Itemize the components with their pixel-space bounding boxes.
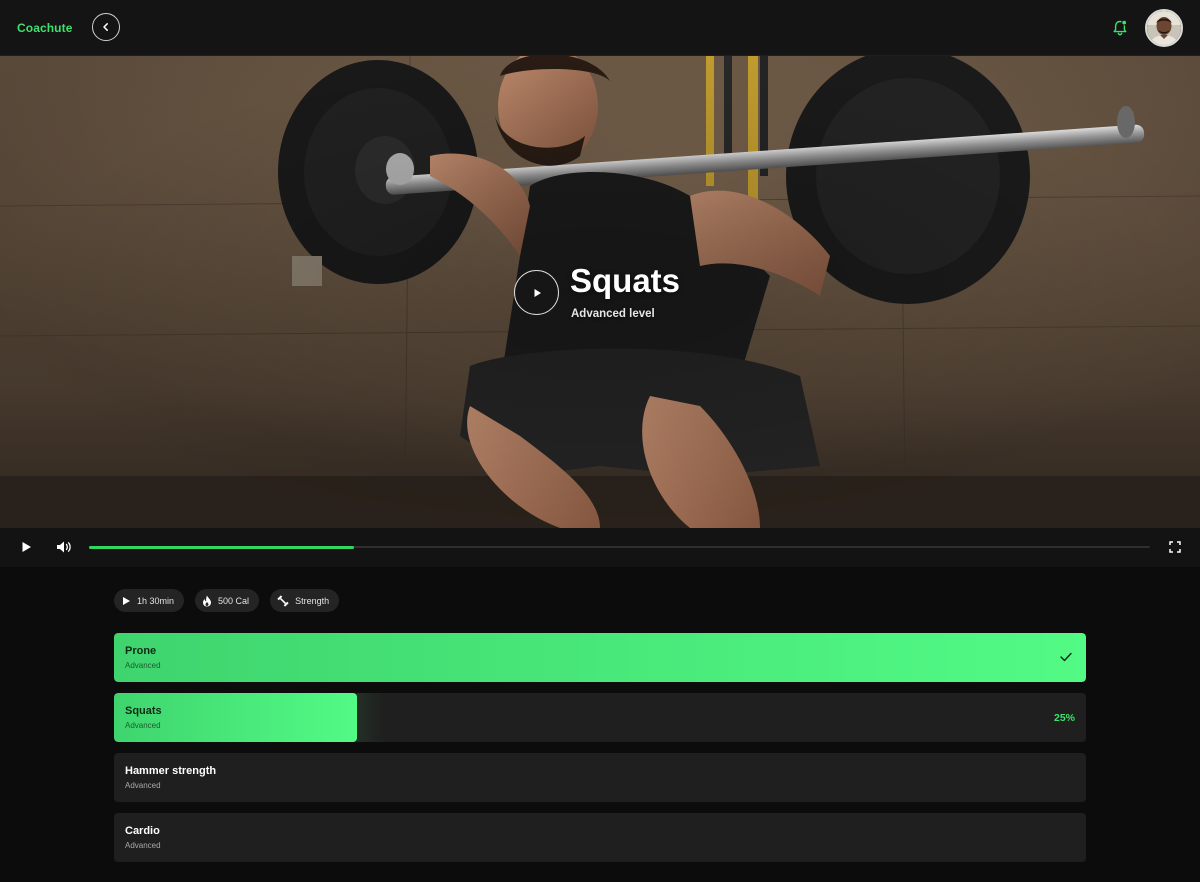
exercise-level: Advanced — [125, 781, 161, 790]
exercise-level: Advanced — [125, 661, 161, 670]
video-progress-bar[interactable] — [89, 545, 1150, 549]
exercise-progress-fill — [114, 633, 1086, 682]
exercise-name: Hammer strength — [125, 765, 217, 777]
exercise-item-prone[interactable]: Prone Advanced — [114, 633, 1086, 682]
duration-label: 1h 30min — [137, 595, 175, 606]
duration-chip: 1h 30min — [114, 589, 185, 612]
user-avatar-image — [1147, 11, 1181, 45]
category-chip: Strength — [270, 589, 340, 612]
play-icon[interactable] — [20, 541, 32, 553]
workout-stats: 1h 30min 500 Cal Strength — [114, 589, 340, 612]
exercise-item-squats[interactable]: Squats Advanced 25% — [114, 693, 1086, 742]
workout-video[interactable]: Squats Advanced level — [0, 56, 1200, 528]
calories-label: 500 Cal — [218, 595, 250, 606]
exercise-level: Advanced — [125, 721, 161, 730]
workout-level: Advanced level — [571, 308, 655, 320]
chevron-left-icon — [103, 23, 108, 31]
calories-chip: 500 Cal — [195, 589, 260, 612]
flame-icon — [203, 595, 212, 606]
back-button[interactable] — [92, 13, 120, 41]
exercise-item-hammer-strength[interactable]: Hammer strength Advanced — [114, 753, 1086, 802]
exercise-item-cardio[interactable]: Cardio Advanced — [114, 813, 1086, 862]
brand-logo[interactable]: Coachute — [17, 21, 72, 35]
avatar[interactable] — [1145, 9, 1183, 47]
volume-icon[interactable] — [56, 540, 72, 554]
notification-bell-icon[interactable] — [1110, 18, 1130, 38]
video-progress-fill — [89, 545, 355, 549]
fullscreen-icon[interactable] — [1169, 541, 1181, 553]
video-play-button[interactable] — [514, 270, 559, 315]
exercise-progress-label: 25% — [1053, 712, 1075, 724]
play-icon — [123, 596, 130, 605]
category-label: Strength — [295, 595, 330, 606]
exercise-name: Squats — [125, 705, 162, 717]
check-icon — [1060, 652, 1072, 662]
play-icon — [534, 288, 541, 297]
exercise-level: Advanced — [125, 841, 161, 850]
top-bar: Coachute — [0, 0, 1200, 56]
dumbbell-icon — [277, 594, 289, 607]
exercise-list: Prone Advanced Squats Advanced 25% Hamme… — [114, 633, 1086, 873]
video-controls — [0, 528, 1200, 567]
exercise-name: Cardio — [125, 825, 160, 837]
exercise-progress-fill — [114, 693, 383, 742]
exercise-name: Prone — [125, 645, 157, 657]
workout-title: Squats — [570, 262, 681, 299]
